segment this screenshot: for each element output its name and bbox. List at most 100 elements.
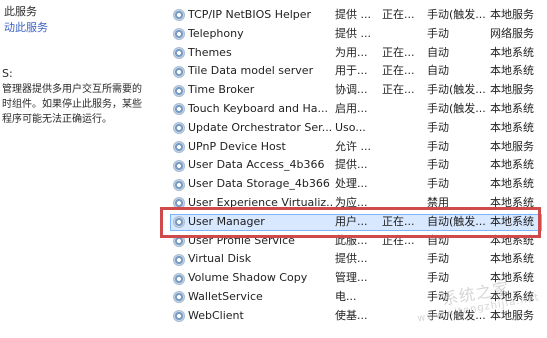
service-description-cell: 提供 ... bbox=[335, 26, 371, 40]
service-row[interactable]: UPnP Device Host 允许 ... 手动 本地服务 bbox=[168, 138, 547, 157]
service-icon bbox=[173, 103, 185, 116]
service-name-cell: WebClient bbox=[173, 307, 333, 326]
service-icon bbox=[173, 272, 185, 285]
service-icon bbox=[173, 291, 185, 304]
service-startup-cell: 自动(触发... bbox=[427, 214, 486, 228]
service-status-cell bbox=[382, 100, 425, 119]
service-startup-cell: 手动(触发... bbox=[427, 8, 486, 21]
service-icon bbox=[173, 47, 185, 59]
service-icon bbox=[173, 310, 185, 323]
service-startup-cell: 自动 bbox=[427, 233, 449, 247]
service-logon-cell: 本地系统 bbox=[490, 233, 534, 247]
service-description-cell: 为应... bbox=[335, 195, 368, 209]
service-name-cell: Touch Keyboard and Ha... bbox=[173, 100, 333, 119]
service-name-cell: User Data Storage_4b366 bbox=[173, 175, 333, 194]
service-icon bbox=[173, 178, 185, 191]
service-description-cell: Uso... bbox=[335, 120, 366, 134]
service-logon-cell: 本地服务 bbox=[490, 308, 534, 322]
service-icon bbox=[173, 28, 185, 41]
service-status-cell bbox=[382, 175, 425, 194]
service-startup-cell: 手动 bbox=[427, 120, 449, 134]
service-logon-cell: 本地系统 bbox=[490, 120, 534, 134]
service-description-cell: 提供... bbox=[335, 158, 368, 172]
service-logon-cell: 本地系统 bbox=[490, 158, 534, 172]
service-row[interactable]: Themes 为用... 正在... 自动 本地系统 bbox=[168, 44, 547, 63]
restart-service-link[interactable]: 动此服务 bbox=[4, 21, 48, 35]
service-status-cell bbox=[382, 138, 425, 157]
service-description-cell: 为用... bbox=[335, 45, 368, 59]
service-name-cell: Update Orchestrator Ser... bbox=[173, 119, 333, 138]
service-icon bbox=[173, 197, 185, 210]
service-logon-cell: 本地系统 bbox=[490, 214, 534, 228]
service-row[interactable]: WebClient 使基... 手动(触发... 本地服务 bbox=[168, 307, 547, 326]
service-status-cell bbox=[382, 194, 425, 213]
service-row[interactable]: Tile Data model server 用于... 正在... 自动 本地… bbox=[168, 62, 547, 81]
service-icon bbox=[173, 159, 185, 172]
service-status-cell bbox=[382, 25, 425, 44]
service-startup-cell: 禁用 bbox=[427, 195, 449, 209]
service-description-cell: 允许 ... bbox=[335, 139, 371, 153]
service-logon-cell: 本地系统 bbox=[490, 45, 534, 59]
service-startup-cell: 自动 bbox=[427, 64, 449, 78]
service-description-cell: 启用... bbox=[335, 101, 368, 115]
service-name-cell: WalletService bbox=[173, 288, 333, 307]
service-startup-cell: 手动 bbox=[427, 26, 449, 40]
service-row[interactable]: Virtual Disk 提供... 手动 本地系统 bbox=[168, 250, 547, 269]
service-name-cell: Telephony bbox=[173, 25, 333, 44]
service-row[interactable]: User Data Storage_4b366 处理... 手动 本地系统 bbox=[168, 175, 547, 194]
service-row[interactable]: Volume Shadow Copy 管理... 手动 本地系统 bbox=[168, 269, 547, 288]
service-startup-cell: 手动 bbox=[427, 289, 449, 303]
service-logon-cell: 本地系统 bbox=[490, 177, 534, 191]
service-description-cell: 处理... bbox=[335, 177, 368, 191]
service-description-cell: 此服... bbox=[335, 233, 368, 247]
service-status-cell bbox=[382, 250, 425, 269]
service-icon bbox=[173, 253, 185, 266]
service-row[interactable]: User Data Access_4b366 提供... 手动 本地系统 bbox=[168, 156, 547, 175]
service-description-cell: 提供... bbox=[335, 252, 368, 266]
service-logon-cell: 本地系统 bbox=[490, 64, 534, 78]
description-title: S: bbox=[2, 67, 13, 80]
service-logon-cell: 网络服务 bbox=[490, 26, 534, 40]
service-row-selected[interactable]: User Manager 用户... 正在... 自动(触发... 本地系统 bbox=[168, 213, 547, 232]
service-name-cell: Time Broker bbox=[173, 81, 333, 100]
service-logon-cell: 本地系统 bbox=[490, 271, 534, 285]
service-name-cell: User Experience Virtualiz... bbox=[173, 194, 333, 213]
service-icon bbox=[173, 140, 185, 153]
service-name-cell: UPnP Device Host bbox=[173, 138, 333, 157]
service-startup-cell: 手动(触发... bbox=[427, 308, 486, 322]
service-status-cell: 正在... bbox=[382, 45, 415, 59]
service-row[interactable]: TCP/IP NetBIOS Helper 提供 ... 正在... 手动(触发… bbox=[168, 6, 547, 25]
service-status-cell bbox=[382, 119, 425, 138]
service-row[interactable]: User Profile Service 此服... 正在... 自动 本地系统 bbox=[168, 232, 547, 251]
service-description-cell: 使基... bbox=[335, 308, 368, 322]
service-icon bbox=[173, 216, 185, 229]
service-name-cell: Themes bbox=[173, 44, 333, 63]
description-text: 管理器提供多用户交互所需要的 时组件。如果停止此服务，某些 程序可能无法正确运行… bbox=[2, 84, 142, 125]
service-row[interactable]: Touch Keyboard and Ha... 启用... 手动(触发... … bbox=[168, 100, 547, 119]
service-row[interactable]: Time Broker 协调... 正在... 手动(触发... 本地服务 bbox=[168, 81, 547, 100]
service-icon bbox=[173, 9, 185, 22]
service-row[interactable]: Telephony 提供 ... 手动 网络服务 bbox=[168, 25, 547, 44]
service-status-cell: 正在... bbox=[382, 214, 415, 228]
stop-service-link[interactable]: 此服务 bbox=[4, 5, 37, 19]
service-description-cell: 协调... bbox=[335, 83, 368, 97]
service-name-cell: Virtual Disk bbox=[173, 250, 333, 269]
service-status-cell bbox=[382, 307, 425, 326]
service-status-cell: 正在... bbox=[382, 64, 415, 78]
service-icon bbox=[173, 84, 185, 97]
service-description-cell: 用于... bbox=[335, 64, 368, 78]
service-name-cell: User Data Access_4b366 bbox=[173, 156, 333, 175]
service-logon-cell: 本地服务 bbox=[490, 83, 534, 97]
services-table: TCP/IP NetBIOS Helper 提供 ... 正在... 手动(触发… bbox=[168, 6, 547, 326]
service-row[interactable]: User Experience Virtualiz... 为应... 禁用 本地… bbox=[168, 194, 547, 213]
service-logon-cell: 本地服务 bbox=[490, 139, 534, 153]
service-status-cell: 正在... bbox=[382, 8, 415, 21]
service-row[interactable]: Update Orchestrator Ser... Uso... 手动 本地系… bbox=[168, 119, 547, 138]
service-status-cell bbox=[382, 269, 425, 288]
service-icon bbox=[173, 65, 185, 78]
service-row[interactable]: WalletService 电... 手动 本地系统 bbox=[168, 288, 547, 307]
service-name-cell: Volume Shadow Copy bbox=[173, 269, 333, 288]
service-name-cell: Tile Data model server bbox=[173, 62, 333, 81]
service-logon-cell: 本地系统 bbox=[490, 252, 534, 266]
service-logon-cell: 本地系统 bbox=[490, 289, 534, 303]
